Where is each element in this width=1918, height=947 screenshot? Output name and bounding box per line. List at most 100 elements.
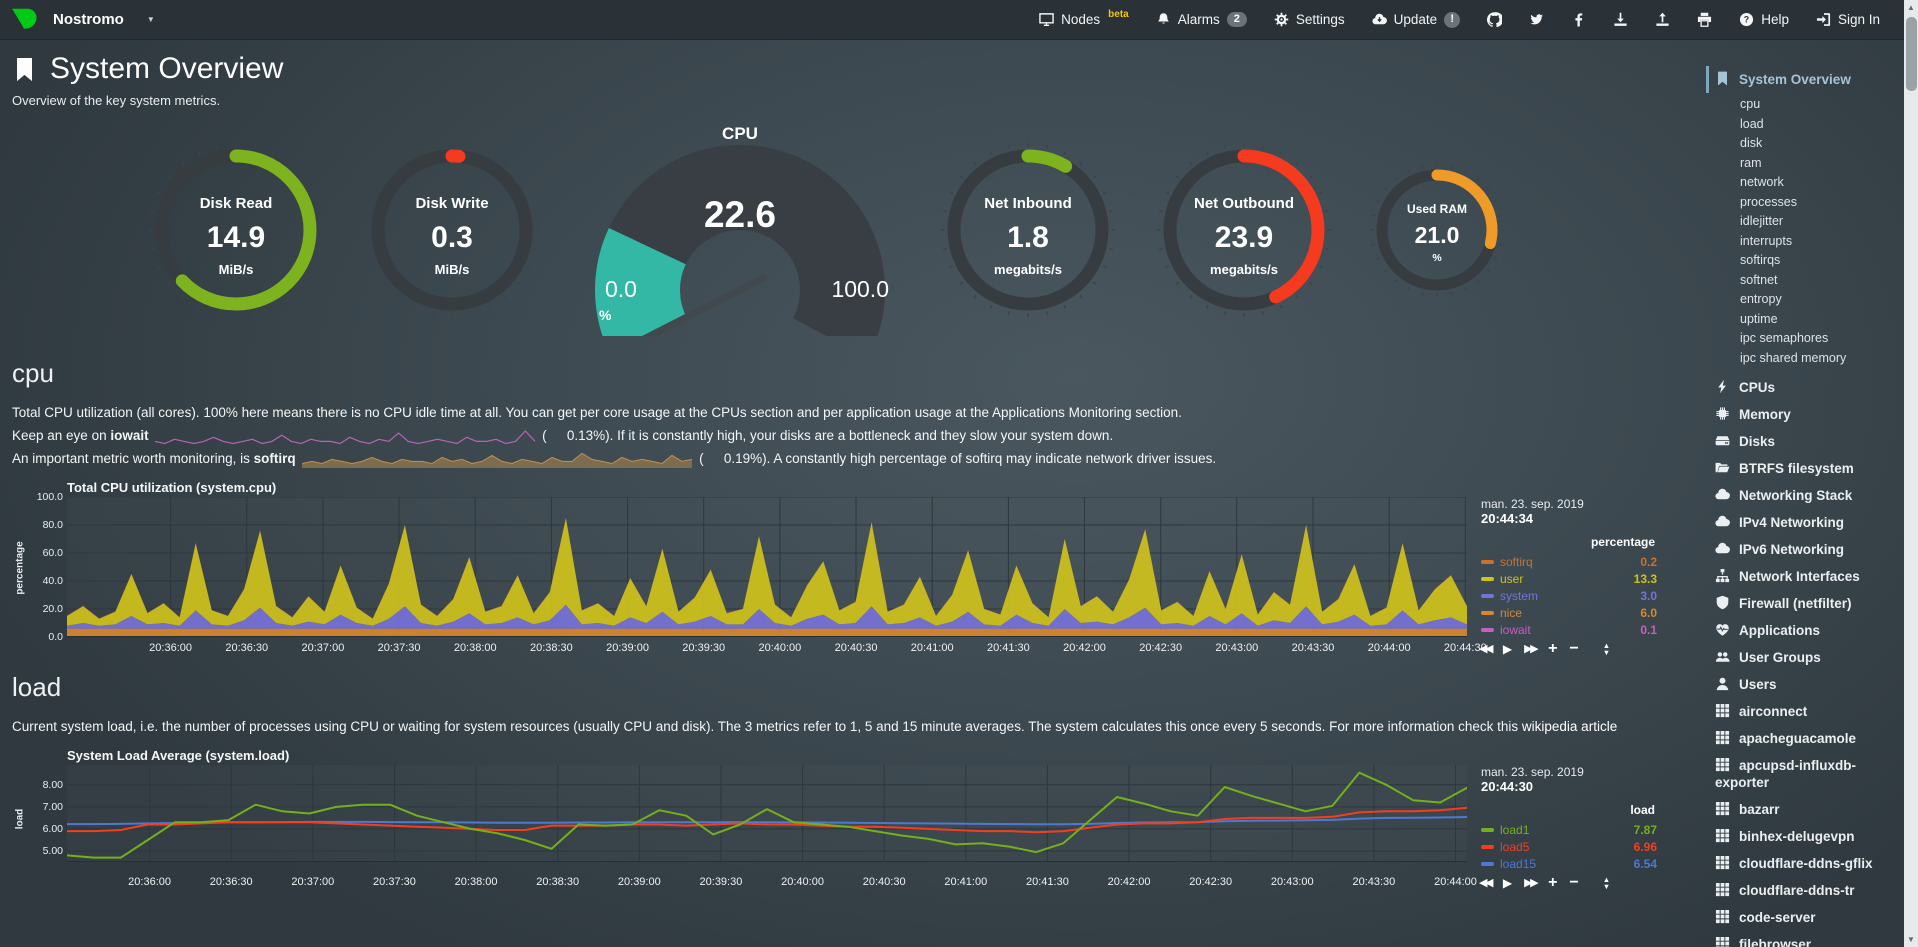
wikipedia-link[interactable]: wikipedia article [1522, 719, 1617, 734]
nodes-button[interactable]: Nodes beta [1039, 12, 1129, 27]
pan-left-button[interactable]: ◀◀ [1479, 644, 1491, 655]
disk-write-gauge[interactable]: Disk Write 0.3 MiB/s [359, 137, 545, 323]
zoom-in-button[interactable]: + [1548, 875, 1557, 891]
svg-text:?: ? [1744, 15, 1749, 25]
gauge-value: 14.9 [143, 221, 329, 255]
net-inbound-gauge[interactable]: Net Inbound 1.8 megabits/s [935, 137, 1121, 323]
sidebar-subitem-idlejitter[interactable]: idlejitter [1706, 212, 1900, 232]
sidebar-subitem-network[interactable]: network [1706, 173, 1900, 193]
sidebar-item-binhex-delugevpn[interactable]: binhex-delugevpn [1706, 823, 1900, 850]
legend-item-nice[interactable]: nice6.0 [1481, 604, 1657, 621]
sidebar-item-apcupsd-influxdb-exporter[interactable]: apcupsd-influxdb-exporter [1706, 752, 1900, 796]
sidebar-subitem-entropy[interactable]: entropy [1706, 290, 1900, 310]
sidebar-subitem-ram[interactable]: ram [1706, 154, 1900, 174]
pan-right-button[interactable]: ▶▶ [1524, 644, 1536, 655]
twitter-link[interactable] [1529, 12, 1544, 27]
resize-handle[interactable]: ▲▼ [1603, 642, 1610, 656]
sidebar-item-ipv6-networking[interactable]: IPv6 Networking [1706, 536, 1900, 563]
sidebar-item-airconnect[interactable]: airconnect [1706, 698, 1900, 725]
help-button[interactable]: ? Help [1739, 12, 1789, 27]
sidebar-item-firewall-netfilter[interactable]: Firewall (netfilter) [1706, 590, 1900, 617]
sidebar-item-cloudflare-ddns-tr[interactable]: cloudflare-ddns-tr [1706, 877, 1900, 904]
zoom-in-button[interactable]: + [1548, 641, 1557, 657]
sidebar-subitem-ipc-semaphores[interactable]: ipc semaphores [1706, 329, 1900, 349]
sidebar-subitem-processes[interactable]: processes [1706, 193, 1900, 213]
sidebar-item-network-interfaces[interactable]: Network Interfaces [1706, 563, 1900, 590]
node-selector[interactable]: Nostromo ▼ [10, 6, 155, 33]
sidebar-item-system-overview[interactable]: System Overview [1706, 66, 1900, 93]
update-button[interactable]: Update ! [1372, 12, 1461, 28]
sidebar-item-bazarr[interactable]: bazarr [1706, 796, 1900, 823]
cpu-gauge-max: 100.0 [831, 276, 889, 303]
download-link[interactable] [1613, 12, 1628, 27]
sidebar-item-code-server[interactable]: code-server [1706, 904, 1900, 931]
page-scrollbar[interactable]: ▲ ▼ [1904, 0, 1918, 947]
heartbeat-icon [1715, 622, 1730, 637]
cpu-chart-canvas[interactable] [67, 497, 1467, 637]
gauge-label: Disk Read [143, 195, 329, 212]
sidebar-item-disks[interactable]: Disks [1706, 428, 1900, 455]
sidebar-item-memory[interactable]: Memory [1706, 401, 1900, 428]
scrollbar-thumb[interactable] [1906, 17, 1917, 91]
facebook-link[interactable] [1571, 12, 1586, 27]
print-link[interactable] [1697, 12, 1712, 27]
legend-value: 0.2 [1640, 555, 1657, 569]
print-icon [1697, 12, 1712, 27]
disk-read-gauge[interactable]: Disk Read 14.9 MiB/s [143, 137, 329, 323]
sidebar-item-cpus[interactable]: CPUs [1706, 374, 1900, 401]
upload-link[interactable] [1655, 12, 1670, 27]
github-link[interactable] [1487, 12, 1502, 27]
sidebar-item-filebrowser[interactable]: filebrowser [1706, 931, 1900, 947]
y-axis-label: load [12, 765, 28, 872]
load-chart-canvas[interactable] [67, 765, 1467, 862]
microchip-icon [1715, 406, 1730, 421]
play-button[interactable]: ▶ [1503, 643, 1512, 655]
sidebar-item-btrfs-filesystem[interactable]: BTRFS filesystem [1706, 455, 1900, 482]
sidebar-subitem-interrupts[interactable]: interrupts [1706, 232, 1900, 252]
legend-item-user[interactable]: user13.3 [1481, 570, 1657, 587]
sidebar-subitem-disk[interactable]: disk [1706, 134, 1900, 154]
play-button[interactable]: ▶ [1503, 877, 1512, 889]
sidebar-subitem-load[interactable]: load [1706, 115, 1900, 135]
netdata-logo-icon[interactable] [10, 6, 37, 33]
gauge-units: megabits/s [1151, 262, 1337, 277]
sidebar-subitem-cpu[interactable]: cpu [1706, 95, 1900, 115]
alarms-button[interactable]: Alarms 2 [1156, 12, 1247, 27]
used-ram-gauge[interactable]: Used RAM 21.0 % [1367, 160, 1507, 300]
sidebar-subitem-softnet[interactable]: softnet [1706, 271, 1900, 291]
sidebar-item-networking-stack[interactable]: Networking Stack [1706, 482, 1900, 509]
zoom-out-button[interactable]: − [1569, 641, 1578, 657]
sidebar-subitem-ipc-shared-memory[interactable]: ipc shared memory [1706, 349, 1900, 369]
x-tick: 20:41:00 [911, 642, 954, 654]
pan-left-button[interactable]: ◀◀ [1479, 878, 1491, 889]
legend-item-load5[interactable]: load56.96 [1481, 838, 1657, 855]
x-tick: 20:43:00 [1271, 876, 1314, 888]
settings-label: Settings [1296, 12, 1345, 27]
pan-right-button[interactable]: ▶▶ [1524, 878, 1536, 889]
settings-button[interactable]: Settings [1274, 12, 1345, 27]
x-tick: 20:41:30 [1026, 876, 1069, 888]
legend-item-load1[interactable]: load17.87 [1481, 821, 1657, 838]
cpu-gauge[interactable]: CPU 22.6 0.0 100.0 % [575, 124, 905, 336]
softirq-sparkline[interactable] [302, 449, 692, 469]
sign-in-button[interactable]: Sign In [1816, 12, 1880, 27]
chart-toolbar: ◀◀ ▶ ▶▶ + − ▲▼ [1479, 875, 1610, 891]
sidebar-subitem-uptime[interactable]: uptime [1706, 310, 1900, 330]
sidebar-item-applications[interactable]: Applications [1706, 617, 1900, 644]
sidebar-subitem-softirqs[interactable]: softirqs [1706, 251, 1900, 271]
sidebar-item-apacheguacamole[interactable]: apacheguacamole [1706, 725, 1900, 752]
resize-handle[interactable]: ▲▼ [1603, 876, 1610, 890]
iowait-sparkline[interactable] [155, 427, 535, 445]
sidebar-item-cloudflare-ddns-gflix[interactable]: cloudflare-ddns-gflix [1706, 850, 1900, 877]
zoom-out-button[interactable]: − [1569, 875, 1578, 891]
sidebar-item-users[interactable]: Users [1706, 671, 1900, 698]
legend-item-load15[interactable]: load156.54 [1481, 855, 1657, 872]
legend-item-softirq[interactable]: softirq0.2 [1481, 553, 1657, 570]
sidebar-item-user-groups[interactable]: User Groups [1706, 644, 1900, 671]
legend-item-iowait[interactable]: iowait0.1 [1481, 621, 1657, 638]
sidebar-item-ipv4-networking[interactable]: IPv4 Networking [1706, 509, 1900, 536]
legend-item-system[interactable]: system3.0 [1481, 587, 1657, 604]
net-outbound-gauge[interactable]: Net Outbound 23.9 megabits/s [1151, 137, 1337, 323]
scroll-up-arrow[interactable]: ▲ [1904, 0, 1918, 15]
scroll-down-arrow[interactable]: ▼ [1904, 932, 1918, 947]
